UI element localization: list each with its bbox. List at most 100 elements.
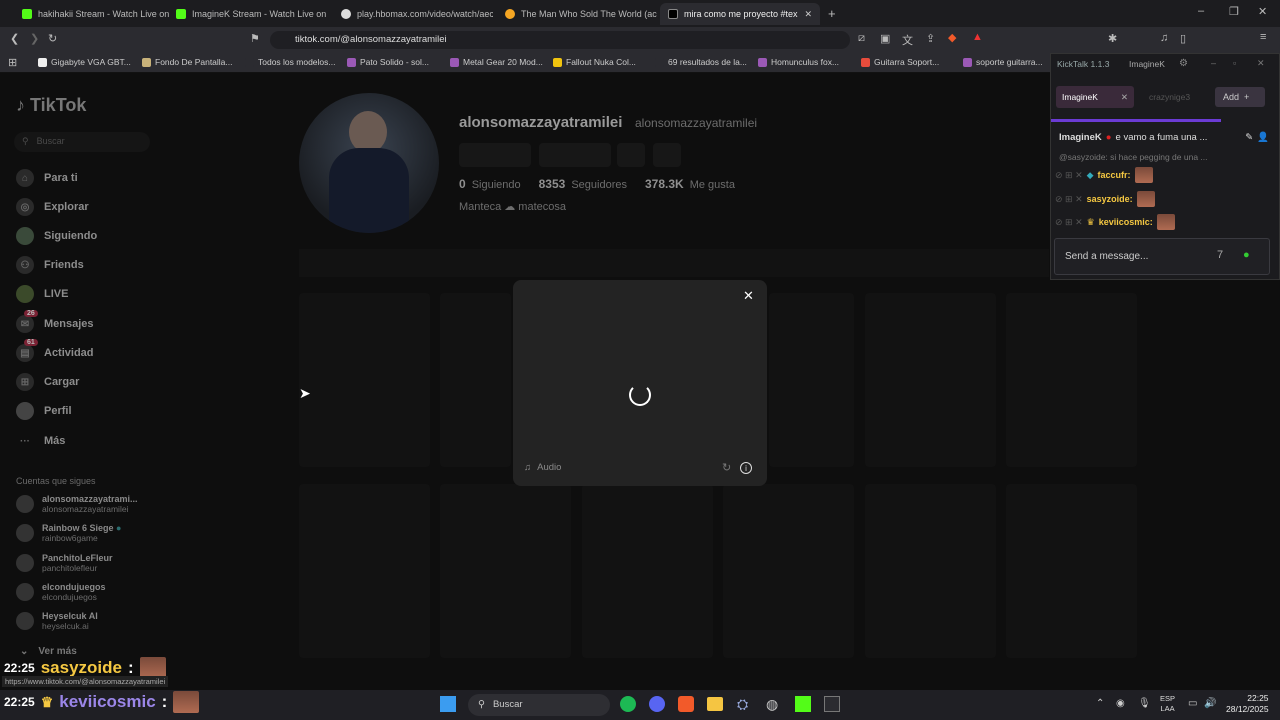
close-tab-icon[interactable]: ✕ (804, 9, 812, 20)
maximize-icon[interactable]: ▫ (1233, 58, 1236, 68)
mod-actions-icon[interactable]: ⊘ ⊞ ✕ (1055, 194, 1083, 205)
video-tile[interactable] (865, 484, 996, 658)
info-icon[interactable]: i (740, 462, 752, 474)
video-tile[interactable] (1006, 293, 1137, 467)
add-friend-button[interactable] (617, 143, 645, 167)
bookmark-item[interactable]: Fallout Nuka Col... (553, 57, 636, 67)
bookmark-item[interactable]: soporte guitarra... (963, 57, 1043, 67)
followed-account[interactable]: Heyselcuk AI heyselcuk.ai (16, 611, 98, 631)
emote-picker-icon[interactable]: 7 (1217, 249, 1223, 261)
bookmark-icon[interactable]: ⚑ (250, 32, 260, 45)
sidebar-item-mensajes[interactable]: ✉ Mensajes 26 (16, 310, 94, 333)
sidebar-icon[interactable]: ♫ (1160, 32, 1168, 44)
followed-account[interactable]: elcondujuegos elcondujuegos (16, 582, 106, 602)
brave-icon[interactable] (678, 696, 694, 712)
browser-tab-active[interactable]: mira como me proyecto #tex ✕ (660, 3, 820, 25)
sidebar-item-explorar[interactable]: ◎ Explorar (16, 198, 89, 216)
forward-icon[interactable]: ❯ (30, 32, 39, 45)
bookmark-item[interactable]: Pato Solido - sol... (347, 57, 429, 67)
search-input[interactable]: ⚲ Buscar (14, 132, 150, 152)
maximize-icon[interactable]: ❐ (1229, 5, 1239, 18)
network-icon[interactable]: ▭ (1188, 698, 1197, 709)
refresh-icon[interactable]: ↻ (722, 461, 731, 474)
bookmark-item[interactable]: 69 resultados de la... (655, 57, 747, 67)
channel-tab-crazynige3[interactable]: crazynige3 (1149, 92, 1190, 102)
share-icon[interactable]: ⇪ (926, 32, 935, 45)
close-icon[interactable]: ✕ (1121, 92, 1128, 103)
kicktalk-icon[interactable] (795, 696, 811, 712)
add-channel-button[interactable]: Add + (1215, 87, 1265, 107)
menu-icon[interactable]: ≡ (1260, 31, 1266, 43)
apps-grid-icon[interactable]: ⊞ (8, 56, 17, 69)
video-tile[interactable] (865, 293, 996, 467)
ver-mas-link[interactable]: ⌄ Ver más (20, 646, 77, 657)
video-tile[interactable] (769, 293, 854, 467)
send-icon[interactable]: ● (1243, 249, 1250, 261)
user-icon[interactable]: 👤 (1257, 132, 1269, 143)
bookmark-item[interactable]: Todos los modelos... (245, 57, 335, 67)
microphone-icon[interactable]: 🎙 (1138, 698, 1151, 709)
followed-account[interactable]: Rainbow 6 Siege ● rainbow6game (16, 523, 121, 543)
obs-icon[interactable]: ◍ (766, 696, 778, 713)
browser-tab[interactable]: ImagineK Stream - Watch Live on (168, 3, 328, 25)
discord-icon[interactable] (649, 696, 665, 712)
bookmark-item[interactable]: Fondo De Pantalla... (142, 57, 233, 67)
close-modal-icon[interactable]: ✕ (743, 288, 754, 304)
channel-tab-imaginek[interactable]: ImagineK ✕ (1056, 86, 1134, 108)
panel-icon[interactable]: ▯ (1180, 32, 1186, 45)
pin-icon[interactable]: ✎ (1245, 132, 1253, 143)
taskbar-search[interactable]: ⚲ Buscar (468, 694, 610, 716)
sidebar-item-siguiendo[interactable]: Siguiendo (16, 227, 97, 245)
bookmark-item[interactable]: Guitarra Soport... (861, 57, 939, 67)
translate-icon[interactable]: 文 (902, 32, 913, 48)
language-indicator[interactable]: ESP LAA (1160, 694, 1175, 714)
extensions-icon[interactable]: ✱ (1108, 32, 1117, 45)
brave-shield-icon[interactable]: ◆ (948, 31, 956, 44)
spotify-icon[interactable] (620, 696, 636, 712)
sidebar-item-friends[interactable]: ⚇ Friends (16, 256, 84, 274)
tiktok-logo[interactable]: ♪ TikTok (16, 95, 86, 116)
tray-app-icon[interactable]: ◉ (1116, 698, 1125, 709)
bookmark-item[interactable]: Homunculus fox... (758, 57, 839, 67)
sidebar-item-mas[interactable]: ··· Más (16, 432, 65, 450)
steam-icon[interactable]: ⛭ (737, 696, 748, 713)
url-field[interactable]: tiktok.com/@alonsomazzayatramilei (270, 31, 850, 49)
sidebar-item-actividad[interactable]: ▤ Actividad 61 (16, 339, 94, 362)
reload-icon[interactable]: ↻ (48, 32, 57, 45)
minimize-icon[interactable]: – (1198, 5, 1204, 17)
settings-gear-icon[interactable]: ⚙ (1179, 58, 1188, 69)
tray-chevron-icon[interactable]: ⌃ (1096, 698, 1104, 709)
message-button[interactable] (539, 143, 611, 167)
browser-tab[interactable]: hakihakii Stream - Watch Live on (14, 3, 174, 25)
sidebar-item-cargar[interactable]: ⊞ Cargar (16, 373, 79, 391)
app-icon[interactable] (824, 696, 840, 712)
followed-account[interactable]: PanchitoLeFleur panchitolefleur (16, 553, 113, 573)
sidebar-item-perfil[interactable]: Perfil (16, 402, 72, 420)
follow-button[interactable] (459, 143, 531, 167)
sidebar-item-live[interactable]: LIVE (16, 285, 68, 303)
bookmark-item[interactable]: Gigabyte VGA GBT... (38, 57, 131, 67)
brave-rewards-icon[interactable]: ▲ (972, 31, 983, 43)
bookmark-item[interactable]: Metal Gear 20 Mod... (450, 57, 543, 67)
video-tile[interactable] (299, 484, 430, 658)
video-tile[interactable] (440, 484, 571, 658)
chat-input[interactable]: Send a message... 7 ● (1054, 238, 1270, 275)
followed-account[interactable]: alonsomazzayatrami... alonsomazzayatramil… (16, 494, 138, 514)
screenshot-icon[interactable]: ▣ (880, 32, 890, 45)
video-tile[interactable] (582, 484, 713, 658)
new-tab-button[interactable]: + (828, 6, 836, 21)
share-button[interactable] (653, 143, 681, 167)
video-tile[interactable] (1006, 484, 1137, 658)
folder-icon[interactable] (707, 697, 723, 711)
windows-start-icon[interactable] (440, 696, 456, 712)
browser-tab[interactable]: play.hbomax.com/video/watch/aec3 (333, 3, 493, 25)
back-icon[interactable]: ❮ (10, 32, 19, 45)
taskbar-clock[interactable]: 22:25 28/12/2025 (1226, 693, 1269, 715)
volume-icon[interactable]: 🔊 (1204, 698, 1216, 709)
minimize-icon[interactable]: – (1211, 58, 1216, 68)
close-window-icon[interactable]: ✕ (1257, 58, 1265, 69)
video-tile[interactable] (299, 293, 430, 467)
video-tile[interactable] (440, 293, 511, 467)
browser-tab[interactable]: The Man Who Sold The World (acord (497, 3, 657, 25)
mod-actions-icon[interactable]: ⊘ ⊞ ✕ (1055, 217, 1083, 228)
